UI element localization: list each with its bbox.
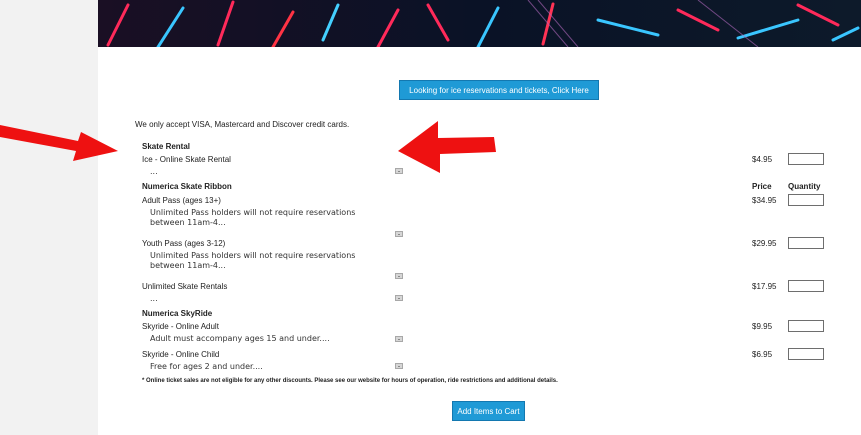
info-icon[interactable] xyxy=(395,363,403,369)
item-name: Skyride - Online Child xyxy=(142,350,220,359)
item-price: $4.95 xyxy=(752,155,773,164)
section-title-skyride: Numerica SkyRide xyxy=(142,309,213,318)
price-column-header: Price xyxy=(752,182,772,191)
item-price: $6.95 xyxy=(752,350,773,359)
quantity-input[interactable] xyxy=(788,237,824,249)
item-description: Free for ages 2 and under.... xyxy=(150,362,263,371)
quantity-input[interactable] xyxy=(788,280,824,292)
section-title-skate-ribbon: Numerica Skate Ribbon xyxy=(142,182,232,191)
item-name: Ice - Online Skate Rental xyxy=(142,155,231,164)
item-name: Youth Pass (ages 3-12) xyxy=(142,239,226,248)
item-price: $29.95 xyxy=(752,239,777,248)
banner-image xyxy=(98,0,861,47)
item-name: Unlimited Skate Rentals xyxy=(142,282,228,291)
item-price: $17.95 xyxy=(752,282,777,291)
item-description: ... xyxy=(150,294,158,303)
disclaimer-text: * Online ticket sales are not eligible f… xyxy=(142,378,558,384)
item-description: Unlimited Pass holders will not require … xyxy=(150,208,356,227)
red-arrow-icon xyxy=(398,121,496,173)
quantity-input[interactable] xyxy=(788,153,824,165)
section-title-skate-rental: Skate Rental xyxy=(142,142,191,151)
quantity-input[interactable] xyxy=(788,348,824,360)
quantity-input[interactable] xyxy=(788,194,824,206)
info-icon[interactable] xyxy=(395,231,403,237)
item-name: Skyride - Online Adult xyxy=(142,322,219,331)
item-description: Unlimited Pass holders will not require … xyxy=(150,251,356,270)
info-icon[interactable] xyxy=(395,295,403,301)
add-to-cart-button[interactable]: Add Items to Cart xyxy=(452,401,525,421)
quantity-input[interactable] xyxy=(788,320,824,332)
item-name: Adult Pass (ages 13+) xyxy=(142,196,221,205)
info-icon[interactable] xyxy=(395,336,403,342)
red-arrow-icon xyxy=(0,125,118,161)
info-icon[interactable] xyxy=(395,273,403,279)
item-description: Adult must accompany ages 15 and under..… xyxy=(150,334,330,343)
item-description: ... xyxy=(150,167,158,176)
item-price: $34.95 xyxy=(752,196,777,205)
header-banner xyxy=(98,0,861,47)
item-price: $9.95 xyxy=(752,322,773,331)
ice-reservations-button[interactable]: Looking for ice reservations and tickets… xyxy=(399,80,599,100)
payment-notice: We only accept VISA, Mastercard and Disc… xyxy=(135,120,350,129)
quantity-column-header: Quantity xyxy=(788,182,821,191)
